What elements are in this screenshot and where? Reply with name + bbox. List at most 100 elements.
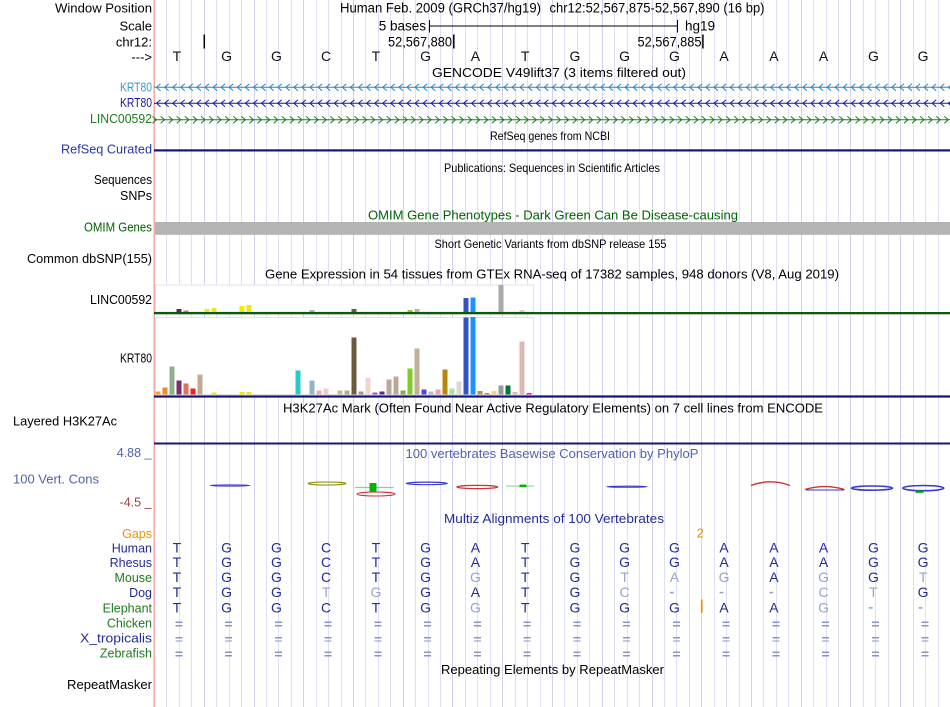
svg-text:OMIM Gene Phenotypes - Dark Gr: OMIM Gene Phenotypes - Dark Green Can Be… [368,208,738,223]
svg-text:A: A [819,554,829,570]
svg-text:G: G [669,554,680,570]
svg-text:OMIM Genes: OMIM Genes [84,221,152,235]
svg-text:Common dbSNP(155): Common dbSNP(155) [27,252,152,266]
svg-text:G: G [420,48,431,64]
svg-text:G: G [221,599,232,615]
svg-text:Human: Human [112,542,152,556]
svg-text:H3K27Ac Mark (Often Found Near: H3K27Ac Mark (Often Found Near Active Re… [283,401,823,416]
svg-text:GENCODE V49lift37 (3 items fil: GENCODE V49lift37 (3 items filtered out) [432,65,686,80]
svg-text:Rhesus: Rhesus [110,556,152,570]
svg-text:5 bases: 5 bases [379,19,427,34]
svg-text:2: 2 [697,526,704,541]
svg-text:A: A [819,48,829,64]
svg-text:C: C [321,569,331,585]
svg-text:RefSeq Curated: RefSeq Curated [61,143,152,157]
svg-text:G: G [868,48,879,64]
svg-text:T: T [322,584,331,600]
svg-text:A: A [769,569,779,585]
svg-text:G: G [569,554,580,570]
svg-text:-4.5 _: -4.5 _ [120,495,153,509]
svg-text:T: T [372,48,381,64]
svg-text:Sequences: Sequences [94,173,152,187]
svg-text:G: G [818,599,829,615]
svg-text:T: T [372,599,381,615]
svg-text:T: T [521,48,530,64]
svg-text:T: T [372,554,381,570]
svg-text:G: G [370,584,381,600]
svg-text:G: G [221,584,232,600]
svg-text:G: G [569,599,580,615]
svg-text:G: G [271,599,282,615]
svg-text:T: T [173,554,182,570]
svg-text:T: T [521,569,530,585]
svg-text:RepeatMasker: RepeatMasker [67,678,152,692]
svg-text:A: A [471,584,481,600]
svg-text:G: G [420,569,431,585]
svg-text:Layered H3K27Ac: Layered H3K27Ac [13,415,117,429]
svg-text:Elephant: Elephant [103,601,153,615]
svg-text:G: G [918,48,929,64]
svg-text:A: A [670,569,680,585]
svg-text:KRT80: KRT80 [120,352,152,366]
svg-text:Scale: Scale [119,19,152,34]
svg-text:G: G [221,569,232,585]
svg-text:G: G [569,584,580,600]
svg-text:G: G [619,554,630,570]
svg-text:G: G [271,584,282,600]
svg-text:G: G [470,569,481,585]
svg-text:G: G [669,599,680,615]
svg-text:Chicken: Chicken [107,616,152,630]
svg-text:Short Genetic Variants from db: Short Genetic Variants from dbSNP releas… [435,237,667,251]
svg-text:Multiz Alignments of 100 Verte: Multiz Alignments of 100 Vertebrates [444,511,665,526]
svg-text:RefSeq genes from NCBI: RefSeq genes from NCBI [490,129,610,143]
svg-text:T: T [620,569,629,585]
svg-text:G: G [221,48,232,64]
svg-text:G: G [271,554,282,570]
svg-text:100 Vert. Cons: 100 Vert. Cons [13,473,99,487]
svg-text:G: G [619,599,630,615]
svg-text:T: T [521,599,530,615]
svg-text:4.88 _: 4.88 _ [117,446,153,460]
svg-text:G: G [271,48,282,64]
svg-text:G: G [868,569,879,585]
svg-text:--->: ---> [131,50,152,65]
svg-text:A: A [471,554,481,570]
svg-text:G: G [420,599,431,615]
svg-text:A: A [769,48,779,64]
svg-text:chr12:: chr12: [116,35,152,50]
svg-text:Window Position: Window Position [55,1,152,16]
svg-text:G: G [420,554,431,570]
svg-text:C: C [620,584,630,600]
svg-text:52,567,880: 52,567,880 [388,35,452,50]
svg-text:G: G [669,48,680,64]
svg-text:Mouse: Mouse [114,571,152,585]
svg-text:C: C [321,554,331,570]
svg-text:Gene Expression in 54 tissues: Gene Expression in 54 tissues from GTEx … [265,267,839,282]
svg-text:G: G [271,569,282,585]
svg-text:A: A [769,599,779,615]
svg-text:A: A [769,554,779,570]
svg-text:G: G [719,569,730,585]
svg-text:LINC00592: LINC00592 [90,112,152,126]
svg-text:G: G [420,584,431,600]
svg-text:C: C [321,48,331,64]
svg-text:Dog: Dog [129,586,152,600]
svg-text:T: T [173,48,182,64]
svg-text:SNPs: SNPs [120,189,152,203]
svg-text:LINC00592: LINC00592 [90,293,152,307]
svg-text:T: T [521,554,530,570]
svg-text:C: C [321,599,331,615]
svg-text:T: T [173,569,182,585]
svg-text:G: G [569,569,580,585]
svg-text:Publications: Sequences in Sci: Publications: Sequences in Scientific Ar… [444,161,660,175]
svg-text:G: G [918,584,929,600]
svg-text:T: T [173,599,182,615]
svg-text:A: A [471,48,481,64]
svg-text:Repeating Elements by RepeatMa: Repeating Elements by RepeatMasker [441,662,665,677]
svg-text:G: G [221,554,232,570]
svg-text:G: G [868,554,879,570]
svg-text:G: G [470,599,481,615]
svg-text:hg19: hg19 [685,19,715,34]
svg-text:G: G [619,48,630,64]
svg-text:Gaps: Gaps [122,527,152,541]
